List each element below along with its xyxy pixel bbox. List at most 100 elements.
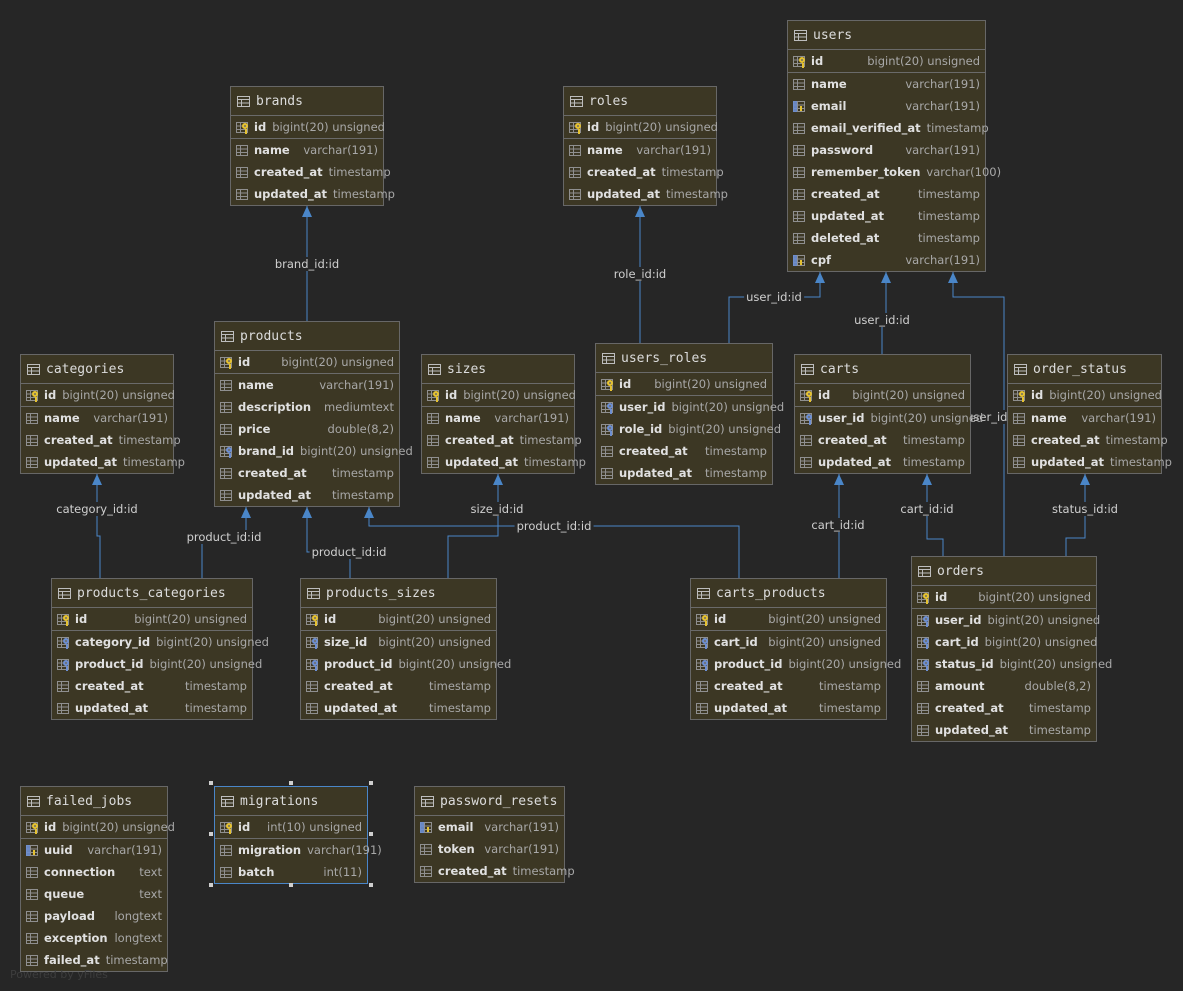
table-users[interactable]: users id bigint(20) unsigned name varchar(19… xyxy=(787,20,1001,272)
table-products-sizes[interactable]: products_sizes id bigint(20) unsigned size_… xyxy=(300,578,511,720)
resize-handle[interactable] xyxy=(289,781,293,785)
column-row[interactable]: id bigint(20) unsigned xyxy=(301,608,496,630)
table-order-status[interactable]: order_status id bigint(20) unsigned name var… xyxy=(1007,354,1172,474)
column-row[interactable]: id bigint(20) unsigned xyxy=(21,384,175,406)
column-row[interactable]: id bigint(20) unsigned xyxy=(795,384,970,406)
relation-edge-carts-products-products[interactable] xyxy=(368,507,740,578)
column-row[interactable]: token varchar(191) xyxy=(415,838,564,860)
table-users-roles[interactable]: users_roles id bigint(20) unsigned user_id b… xyxy=(595,343,784,485)
column-row[interactable]: updated_at timestamp xyxy=(691,697,886,719)
table-brands[interactable]: brands id bigint(20) unsigned name varchar(1… xyxy=(230,86,395,206)
table-header[interactable]: products_sizes xyxy=(301,579,496,608)
column-row[interactable]: amount double(8,2) xyxy=(912,675,1096,697)
column-row[interactable]: description mediumtext xyxy=(215,396,399,418)
table-header[interactable]: users_roles xyxy=(596,344,772,373)
column-row[interactable]: created_at timestamp xyxy=(1008,429,1168,451)
table-header[interactable]: orders xyxy=(912,557,1096,586)
column-row[interactable]: queue text xyxy=(21,883,167,905)
table-header[interactable]: failed_jobs xyxy=(21,787,167,816)
column-row[interactable]: connection text xyxy=(21,861,167,883)
resize-handle[interactable] xyxy=(369,781,373,785)
relation-edge-products-sizes-products[interactable] xyxy=(306,507,351,578)
column-row[interactable]: size_id bigint(20) unsigned xyxy=(301,631,496,653)
column-row[interactable]: id bigint(20) unsigned xyxy=(21,816,175,838)
table-header[interactable]: products_categories xyxy=(52,579,252,608)
table-categories[interactable]: categories id bigint(20) unsigned name varch… xyxy=(20,354,185,474)
column-row[interactable]: id bigint(20) unsigned xyxy=(788,50,985,72)
resize-handle[interactable] xyxy=(209,832,213,836)
column-row[interactable]: name varchar(191) xyxy=(422,407,574,429)
column-row[interactable]: created_at timestamp xyxy=(231,161,391,183)
column-row[interactable]: user_id bigint(20) unsigned xyxy=(795,407,983,429)
table-header[interactable]: roles xyxy=(564,87,716,116)
column-row[interactable]: id bigint(20) unsigned xyxy=(422,384,576,406)
column-row[interactable]: updated_at timestamp xyxy=(21,451,185,473)
table-roles[interactable]: roles id bigint(20) unsigned name varchar(19… xyxy=(563,86,728,206)
column-row[interactable]: brand_id bigint(20) unsigned xyxy=(215,440,413,462)
table-sizes[interactable]: sizes id bigint(20) unsigned name varchar(19… xyxy=(421,354,586,474)
column-row[interactable]: id bigint(20) unsigned xyxy=(691,608,886,630)
column-row[interactable]: updated_at timestamp xyxy=(564,183,728,205)
column-row[interactable]: created_at timestamp xyxy=(691,675,886,697)
table-header[interactable]: products xyxy=(215,322,399,351)
column-row[interactable]: payload longtext xyxy=(21,905,167,927)
column-row[interactable]: id bigint(20) unsigned xyxy=(596,373,772,395)
column-row[interactable]: created_at timestamp xyxy=(415,860,575,882)
column-row[interactable]: updated_at timestamp xyxy=(301,697,496,719)
column-row[interactable]: updated_at timestamp xyxy=(596,462,772,484)
resize-handle[interactable] xyxy=(369,883,373,887)
column-row[interactable]: name varchar(191) xyxy=(215,374,399,396)
resize-handle[interactable] xyxy=(289,883,293,887)
column-row[interactable]: product_id bigint(20) unsigned xyxy=(691,653,901,675)
table-orders[interactable]: orders id bigint(20) unsigned user_id bigint… xyxy=(911,556,1112,742)
column-row[interactable]: cart_id bigint(20) unsigned xyxy=(691,631,886,653)
column-row[interactable]: created_at timestamp xyxy=(596,440,772,462)
table-header[interactable]: carts_products xyxy=(691,579,886,608)
column-row[interactable]: role_id bigint(20) unsigned xyxy=(596,418,781,440)
column-row[interactable]: cpf varchar(191) xyxy=(788,249,985,271)
column-row[interactable]: batch int(11) xyxy=(215,861,367,883)
column-row[interactable]: user_id bigint(20) unsigned xyxy=(596,396,784,418)
relation-edge-users-roles-users[interactable] xyxy=(728,272,821,343)
column-row[interactable]: email varchar(191) xyxy=(415,816,564,838)
column-row[interactable]: id bigint(20) unsigned xyxy=(231,116,385,138)
column-row[interactable]: id bigint(20) unsigned xyxy=(564,116,718,138)
column-row[interactable]: created_at timestamp xyxy=(788,183,985,205)
column-row[interactable]: name varchar(191) xyxy=(564,139,716,161)
table-failed-jobs[interactable]: failed_jobs id bigint(20) unsigned uuid varc… xyxy=(20,786,175,972)
column-row[interactable]: created_at timestamp xyxy=(795,429,970,451)
table-header[interactable]: carts xyxy=(795,355,970,384)
column-row[interactable]: updated_at timestamp xyxy=(795,451,970,473)
column-row[interactable]: created_at timestamp xyxy=(21,429,181,451)
table-header[interactable]: password_resets xyxy=(415,787,564,816)
column-row[interactable]: product_id bigint(20) unsigned xyxy=(52,653,262,675)
column-row[interactable]: remember_token varchar(100) xyxy=(788,161,1001,183)
column-row[interactable]: cart_id bigint(20) unsigned xyxy=(912,631,1097,653)
diagram-canvas[interactable]: brand_id:id role_id:id user_id:id user_id:i… xyxy=(0,0,1183,991)
column-row[interactable]: email_verified_at timestamp xyxy=(788,117,989,139)
column-row[interactable]: created_at timestamp xyxy=(912,697,1096,719)
column-row[interactable]: price double(8,2) xyxy=(215,418,399,440)
relation-edge-products-sizes-sizes[interactable] xyxy=(447,474,499,578)
column-row[interactable]: migration varchar(191) xyxy=(215,839,382,861)
column-row[interactable]: name varchar(191) xyxy=(231,139,383,161)
column-row[interactable]: name varchar(191) xyxy=(788,73,985,95)
resize-handle[interactable] xyxy=(209,781,213,785)
column-row[interactable]: created_at timestamp xyxy=(52,675,252,697)
table-header[interactable]: migrations xyxy=(215,787,367,816)
table-carts-products[interactable]: carts_products id bigint(20) unsigned cart_… xyxy=(690,578,901,720)
column-row[interactable]: updated_at timestamp xyxy=(912,719,1096,741)
column-row[interactable]: updated_at timestamp xyxy=(231,183,395,205)
column-row[interactable]: updated_at timestamp xyxy=(422,451,586,473)
resize-handle[interactable] xyxy=(209,883,213,887)
column-row[interactable]: product_id bigint(20) unsigned xyxy=(301,653,511,675)
column-row[interactable]: created_at timestamp xyxy=(301,675,496,697)
column-row[interactable]: updated_at timestamp xyxy=(1008,451,1172,473)
column-row[interactable]: exception longtext xyxy=(21,927,167,949)
column-row[interactable]: status_id bigint(20) unsigned xyxy=(912,653,1112,675)
table-migrations[interactable]: migrations id int(10) unsigned migration var… xyxy=(214,786,382,884)
column-row[interactable]: id int(10) unsigned xyxy=(215,816,367,838)
column-row[interactable]: name varchar(191) xyxy=(1008,407,1161,429)
table-carts[interactable]: carts id bigint(20) unsigned user_id bigint(… xyxy=(794,354,983,474)
table-header[interactable]: sizes xyxy=(422,355,574,384)
